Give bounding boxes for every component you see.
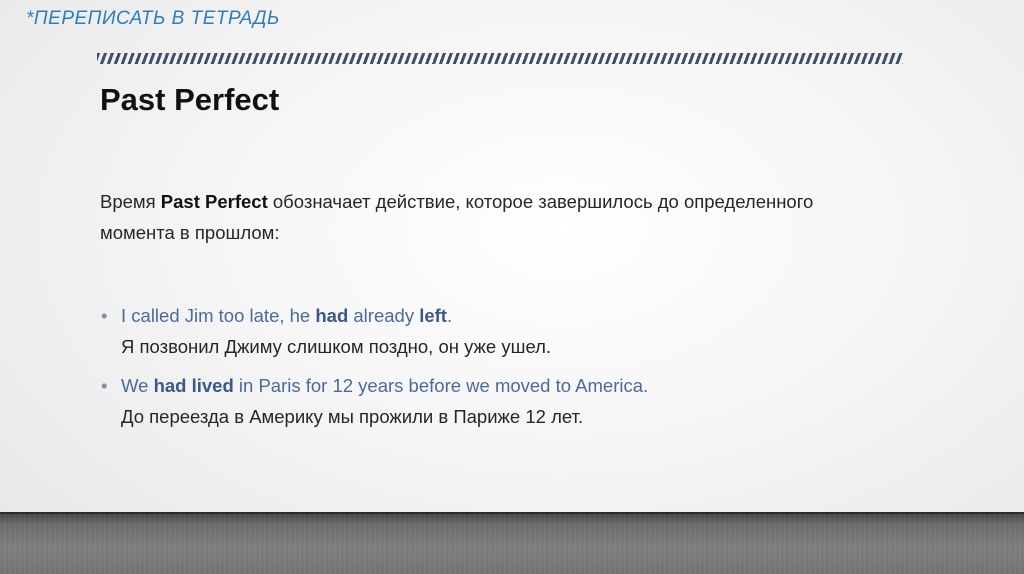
slide: *ПЕРЕПИСАТЬ В ТЕТРАДЬ Past Perfect Время… [0, 0, 1024, 574]
english-part: already [348, 305, 420, 326]
english-highlight: left [419, 305, 447, 326]
bullet-dot: • [101, 305, 108, 326]
english-part: I called Jim too late, he [121, 305, 316, 326]
definition-text-start: Время [100, 191, 161, 212]
english-highlight: had lived [153, 375, 234, 396]
definition-term: Past Perfect [160, 191, 268, 212]
slide-title: Past Perfect [100, 82, 280, 117]
english-part: in Paris for 12 years before we moved to… [233, 375, 649, 396]
example-russian: До переезда в Америку мы прожили в Париж… [121, 406, 584, 427]
bullet-dot: • [101, 375, 108, 396]
example-item: • We had lived in Paris for 12 years bef… [100, 370, 920, 432]
english-part: We [121, 375, 154, 396]
examples-list: • I called Jim too late, he had already … [100, 300, 920, 440]
example-english: We had lived in Paris for 12 years befor… [121, 370, 920, 401]
english-part: . [446, 305, 453, 326]
decorative-dash-bar [97, 53, 903, 64]
decorative-floor [0, 514, 1024, 574]
example-english: I called Jim too late, he had already le… [121, 300, 920, 331]
english-highlight: had [315, 305, 349, 326]
copy-to-notebook-note: *ПЕРЕПИСАТЬ В ТЕТРАДЬ [26, 8, 280, 29]
example-russian: Я позвонил Джиму слишком поздно, он уже … [121, 336, 552, 357]
definition-paragraph: Время Past Perfect обозначает действие, … [100, 186, 860, 248]
example-item: • I called Jim too late, he had already … [100, 300, 920, 362]
